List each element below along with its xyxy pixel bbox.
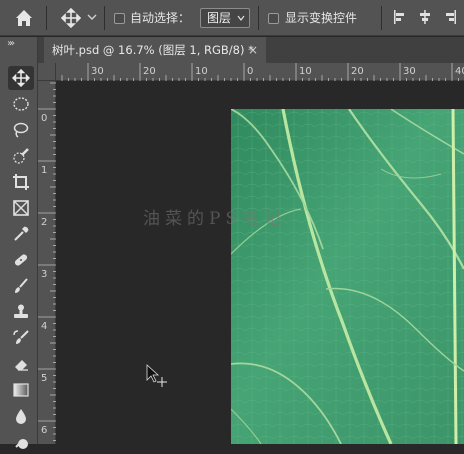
blur-tool[interactable] <box>8 404 34 428</box>
brush-tool[interactable] <box>8 274 34 298</box>
move-cursor-icon <box>146 364 167 387</box>
move-icon <box>12 69 30 87</box>
eraser-tool[interactable] <box>8 352 34 376</box>
ruler-label: 10 <box>299 66 312 77</box>
horizontal-ruler[interactable]: 30201001020304050 <box>35 63 464 81</box>
ruler-label: 3 <box>41 269 47 280</box>
crop-icon <box>13 174 29 190</box>
gradient-icon <box>13 383 29 397</box>
move-tool-preset-icon[interactable] <box>60 8 82 28</box>
horizontal-ruler-ticks: 30201001020304050 <box>35 63 464 81</box>
frame-icon <box>13 200 29 216</box>
ruler-label: 1 <box>41 165 47 176</box>
align-left-edges-icon[interactable] <box>393 10 407 24</box>
ruler-label: 40 <box>455 66 464 77</box>
frame-tool[interactable] <box>8 196 34 220</box>
tools-panel: » <box>0 37 38 449</box>
history-brush-tool[interactable] <box>8 326 34 350</box>
water-drop-icon <box>16 409 26 424</box>
watermark-text: 油菜的PS笔记 <box>143 209 287 229</box>
leaf-photo <box>231 109 464 444</box>
separator <box>46 6 47 30</box>
quick-selection-icon <box>13 148 29 164</box>
move-tool[interactable] <box>8 66 34 90</box>
watermark: 油菜的PS笔记 <box>143 204 286 229</box>
ruler-label: 0 <box>41 113 47 124</box>
separator <box>381 6 382 30</box>
ruler-label: 30 <box>403 66 416 77</box>
auto-select-target-dropdown[interactable]: 图层 <box>200 8 250 28</box>
ruler-label: 4 <box>41 321 47 332</box>
ruler-label: 6 <box>41 425 47 436</box>
history-brush-icon <box>13 330 29 344</box>
ruler-label: 30 <box>91 66 104 77</box>
home-icon[interactable] <box>13 7 35 29</box>
align-right-edges-icon[interactable] <box>443 10 457 24</box>
elliptical-marquee-icon <box>13 97 29 111</box>
auto-select-label: 自动选择： <box>130 11 191 25</box>
clone-stamp-tool[interactable] <box>8 300 34 324</box>
separator <box>258 6 259 30</box>
brush-icon <box>15 278 28 293</box>
gradient-tool[interactable] <box>8 378 34 402</box>
ruler-label: 10 <box>195 66 208 77</box>
lasso-icon <box>13 122 29 138</box>
separator <box>104 6 105 30</box>
ruler-label: 2 <box>41 217 47 228</box>
ruler-label: 20 <box>143 66 156 77</box>
show-transform-controls-label: 显示变换控件 <box>285 11 358 25</box>
healing-brush-tool[interactable] <box>8 248 34 272</box>
close-tab-button[interactable]: × <box>248 43 258 57</box>
document-tab[interactable]: 树叶.psd @ 16.7% (图层 1, RGB/8) * <box>44 37 266 63</box>
vertical-ruler[interactable]: 0 1 2 3 4 5 6 <box>38 56 56 444</box>
collapse-toolbar-button[interactable]: » <box>9 38 15 49</box>
eyedropper-icon <box>14 226 29 241</box>
ruler-label: 20 <box>351 66 364 77</box>
lasso-tool[interactable] <box>8 118 34 142</box>
eraser-icon <box>15 360 28 371</box>
ruler-label: 5 <box>41 373 47 384</box>
chevron-down-icon <box>237 15 245 21</box>
dodge-icon <box>15 439 28 449</box>
auto-select-target-value: 图层 <box>207 11 232 25</box>
stamp-icon <box>14 304 28 318</box>
eyedropper-tool[interactable] <box>8 222 34 246</box>
leaf-image[interactable] <box>231 109 464 444</box>
vertical-ruler-ticks: 0 1 2 3 4 5 6 <box>38 56 56 441</box>
marquee-tool[interactable] <box>8 92 34 116</box>
show-transform-controls-checkbox[interactable] <box>268 13 279 24</box>
ruler-label: 0 <box>247 66 253 77</box>
bandage-icon <box>14 254 28 266</box>
align-horizontal-centers-icon[interactable] <box>418 10 432 24</box>
chevron-down-icon[interactable] <box>86 11 98 23</box>
auto-select-checkbox[interactable] <box>114 13 125 24</box>
document-tab-title: 树叶.psd @ 16.7% (图层 1, RGB/8) * <box>52 43 254 57</box>
ruler-origin[interactable] <box>38 63 56 81</box>
crop-tool[interactable] <box>8 170 34 194</box>
quick-selection-tool[interactable] <box>8 144 34 168</box>
dodge-tool[interactable] <box>8 430 34 454</box>
